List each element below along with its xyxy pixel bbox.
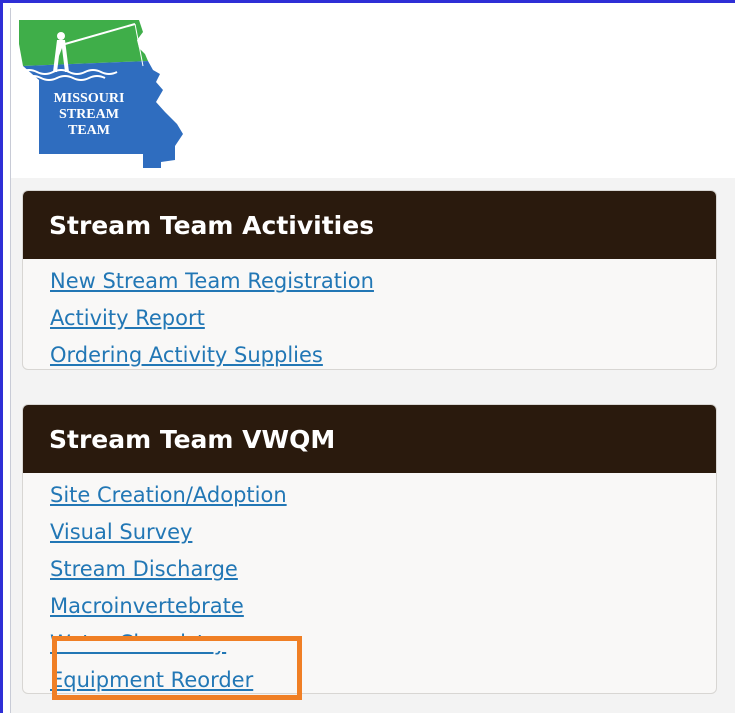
new-stream-team-registration-link[interactable]: New Stream Team Registration: [50, 269, 374, 293]
list-item: Stream Discharge: [50, 551, 716, 588]
list-item: Activity Report: [50, 300, 716, 337]
activities-panel: Stream Team Activities New Stream Team R…: [22, 190, 717, 370]
activities-panel-header: Stream Team Activities: [23, 191, 716, 259]
site-header: MISSOURI STREAM TEAM: [11, 8, 735, 179]
list-item: Site Creation/Adoption: [50, 477, 716, 514]
missouri-stream-team-logo[interactable]: MISSOURI STREAM TEAM: [17, 14, 189, 174]
activities-link-list: New Stream Team Registration Activity Re…: [23, 259, 716, 374]
list-item: Visual Survey: [50, 514, 716, 551]
list-item: New Stream Team Registration: [50, 263, 716, 300]
activities-panel-title: Stream Team Activities: [49, 210, 375, 240]
macroinvertebrate-link[interactable]: Macroinvertebrate: [50, 594, 244, 618]
logo-text-missouri: MISSOURI: [54, 91, 125, 106]
logo-text-stream: STREAM: [59, 107, 119, 122]
vwqm-panel-title: Stream Team VWQM: [49, 424, 336, 454]
stream-discharge-link[interactable]: Stream Discharge: [50, 557, 238, 581]
missouri-map-icon: MISSOURI STREAM TEAM: [19, 20, 183, 168]
visual-survey-link[interactable]: Visual Survey: [50, 520, 192, 544]
ordering-activity-supplies-link[interactable]: Ordering Activity Supplies: [50, 343, 323, 367]
list-item: Ordering Activity Supplies: [50, 337, 716, 374]
vwqm-panel-header: Stream Team VWQM: [23, 405, 716, 473]
site-creation-adoption-link[interactable]: Site Creation/Adoption: [50, 483, 287, 507]
highlight-annotation-box: [52, 636, 302, 700]
list-item: Macroinvertebrate: [50, 588, 716, 625]
activity-report-link[interactable]: Activity Report: [50, 306, 205, 330]
logo-text-team: TEAM: [68, 123, 110, 138]
